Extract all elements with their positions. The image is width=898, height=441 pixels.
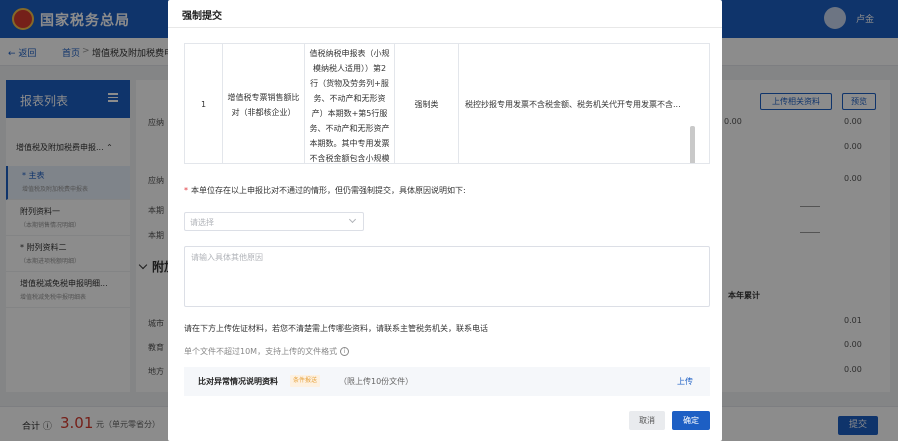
upload-hint: 请在下方上传佐证材料，若您不清楚需上传哪些资料，请联系主管税务机关，联系电话 [184, 324, 488, 333]
textarea-placeholder: 请输入具体其他原因 [191, 253, 263, 262]
upload-limit-text: 单个文件不超过10M，支持上传的文件格式 [184, 347, 338, 356]
upload-link[interactable]: 上传 [677, 376, 693, 387]
cancel-button[interactable]: 取消 [629, 411, 665, 430]
required-star: * [184, 186, 188, 195]
attachment-limit: （限上传10份文件） [339, 377, 414, 386]
reason-prompt: * 本单位存在以上申报比对不通过的情形，但仍需强制提交，具体原因说明如下: [184, 185, 466, 196]
reason-prompt-text: 本单位存在以上申报比对不通过的情形，但仍需强制提交，具体原因说明如下: [191, 186, 466, 195]
attachment-name: 比对异常情况说明资料 [198, 377, 278, 386]
attachment-row: 比对异常情况说明资料 条件报送 （限上传10份文件） 上传 [184, 367, 710, 396]
reason-textarea[interactable]: 请输入具体其他原因 [184, 246, 710, 307]
table-scrollbar[interactable] [690, 126, 695, 163]
table-cell-rule: 值税纳税申报表（小规模纳税人适用））第2行（货物及劳务列+服务、不动产和无形资产… [305, 44, 395, 163]
table-cell-type: 强制类 [395, 44, 459, 163]
info-icon[interactable]: i [340, 347, 350, 356]
force-submit-dialog: 强制提交 1 增值税专票销售额比对（非都核企业） 值税纳税申报表（小规模纳税人适… [168, 0, 722, 441]
chevron-down-icon [348, 215, 357, 224]
select-placeholder: 请选择 [190, 218, 214, 227]
upload-limit: 单个文件不超过10M，支持上传的文件格式 i [184, 346, 350, 357]
conditional-badge: 条件报送 [290, 375, 321, 387]
table-cell-description: 税控抄报专用发票不含税金额、税务机关代开专用发票不含... [465, 100, 681, 109]
table-cell-index: 1 [185, 44, 223, 163]
comparison-table: 1 增值税专票销售额比对（非都核企业） 值税纳税申报表（小规模纳税人适用））第2… [184, 43, 710, 164]
reason-select[interactable]: 请选择 [184, 212, 364, 231]
divider [168, 27, 722, 28]
dialog-title: 强制提交 [182, 11, 222, 22]
table-cell-item: 增值税专票销售额比对（非都核企业） [223, 44, 305, 163]
confirm-button[interactable]: 确定 [672, 411, 710, 430]
